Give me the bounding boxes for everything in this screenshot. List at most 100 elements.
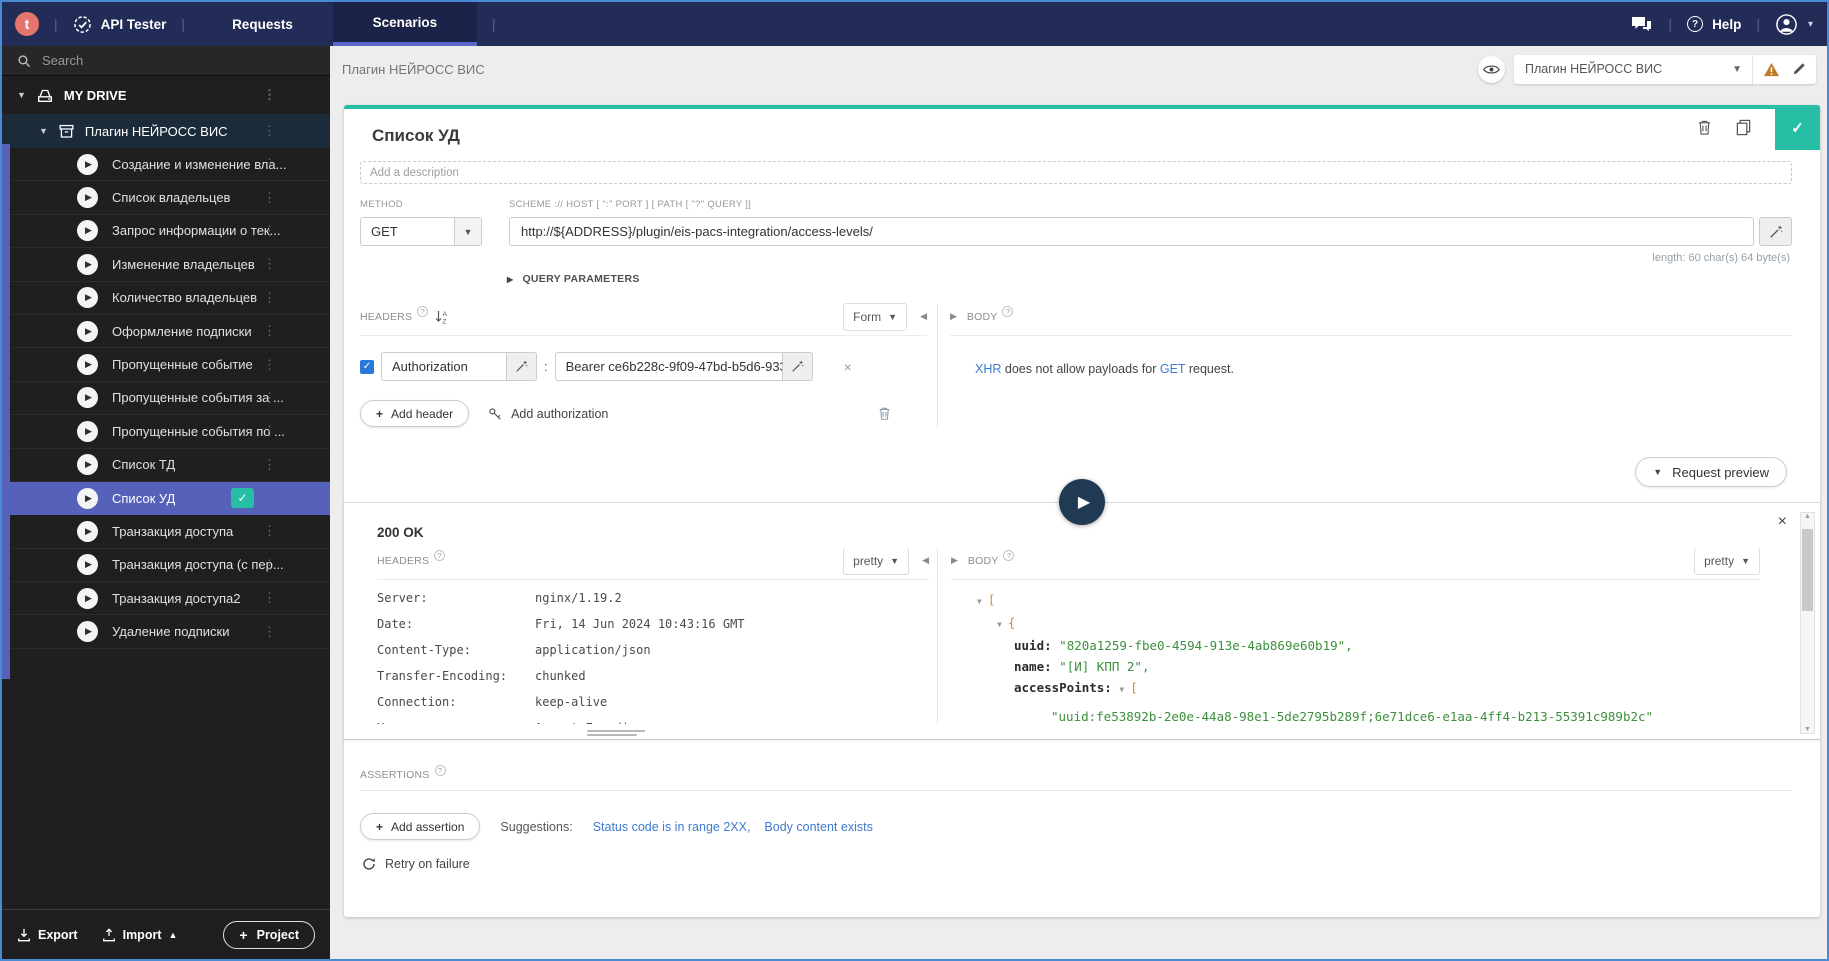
url-input[interactable]: http://${ADDRESS}/plugin/eis-pacs-integr… — [509, 217, 1754, 246]
method-select[interactable]: GET ▼ — [360, 217, 482, 246]
tab-requests[interactable]: Requests — [232, 17, 293, 32]
scenario-item[interactable]: ▶ Транзакция доступа (с пер... ⋮ — [2, 549, 330, 583]
scenario-item[interactable]: ▶ Список УД ✓ ⋮ — [2, 481, 330, 516]
delete-scenario-icon[interactable] — [1697, 119, 1712, 136]
description-input[interactable]: Add a description — [360, 161, 1792, 184]
add-authorization-button[interactable]: Add authorization — [488, 407, 608, 421]
help-button[interactable]: ? Help — [1687, 16, 1741, 32]
header-name-input[interactable]: Authorization — [381, 352, 537, 381]
json-root-array[interactable]: ▼[ — [977, 589, 1760, 612]
header-enabled-checkbox[interactable]: ✓ — [360, 359, 374, 374]
expression-wand-icon[interactable] — [506, 353, 536, 380]
remove-header-icon[interactable]: × — [844, 359, 852, 375]
avatar[interactable]: t — [15, 12, 39, 36]
assertions-help-icon[interactable]: ? — [434, 764, 446, 776]
add-assertion-button[interactable]: + Add assertion — [360, 813, 481, 840]
collapse-node-icon[interactable]: ▼ — [977, 597, 982, 606]
scenario-item[interactable]: ▶ Пропущенные событие ⋮ — [2, 348, 330, 382]
suggestion-link[interactable]: Body content exists — [764, 820, 872, 834]
retry-on-failure-toggle[interactable]: Retry on failure — [360, 857, 1792, 871]
get-link[interactable]: GET — [1160, 362, 1185, 376]
import-button[interactable]: Import ▲ — [102, 928, 177, 942]
account-menu-caret-icon[interactable]: ▾ — [1808, 19, 1813, 30]
save-button[interactable]: ✓ — [1775, 105, 1820, 150]
project-menu-icon[interactable]: ⋮ — [263, 123, 276, 139]
environment-preview-button[interactable] — [1478, 55, 1505, 83]
play-icon[interactable]: ▶ — [77, 520, 98, 542]
account-icon[interactable] — [1775, 13, 1798, 36]
scenario-menu-icon[interactable]: ⋮ — [263, 390, 276, 406]
scenario-menu-icon[interactable]: ⋮ — [263, 190, 276, 206]
scenario-menu-icon[interactable]: ⋮ — [263, 223, 276, 239]
sort-az-icon[interactable]: AZ — [435, 310, 448, 324]
json-field-access-points[interactable]: accessPoints: ▼ [ — [1014, 677, 1760, 700]
sidebar-item-project[interactable]: ▼ Плагин НЕЙРОСС ВИС ⋮ — [2, 114, 330, 148]
play-icon[interactable]: ▶ — [77, 587, 98, 609]
scenario-menu-icon[interactable]: ⋮ — [263, 156, 276, 172]
json-object[interactable]: ▼{ — [997, 612, 1760, 635]
scenario-item[interactable]: ▶ Список владельцев ⋮ — [2, 181, 330, 215]
scenario-menu-icon[interactable]: ⋮ — [263, 290, 276, 306]
scenario-item[interactable]: ▶ Запрос информации о тек... ⋮ — [2, 215, 330, 249]
play-icon[interactable]: ▶ — [77, 320, 98, 342]
scenario-item[interactable]: ▶ Транзакция доступа ⋮ — [2, 515, 330, 549]
headers-view-select[interactable]: Form ▼ — [843, 302, 908, 331]
play-icon[interactable]: ▶ — [77, 253, 98, 275]
delete-headers-icon[interactable] — [878, 406, 891, 421]
environment-edit-icon[interactable] — [1792, 62, 1806, 76]
export-button[interactable]: Export — [17, 928, 78, 942]
scenario-item[interactable]: ▶ Пропущенные события по ... ⋮ — [2, 415, 330, 449]
play-icon[interactable]: ▶ — [77, 454, 98, 476]
scenario-item[interactable]: ▶ Удаление подписки ⋮ — [2, 615, 330, 649]
collapse-caret-icon[interactable]: ▼ — [17, 90, 26, 100]
play-icon[interactable]: ▶ — [77, 153, 98, 175]
xhr-link[interactable]: XHR — [975, 362, 1001, 376]
scenario-menu-icon[interactable]: ⋮ — [263, 357, 276, 373]
play-icon[interactable]: ▶ — [77, 354, 98, 376]
scenario-menu-icon[interactable]: ⋮ — [263, 557, 276, 573]
collapse-caret-icon[interactable]: ▼ — [39, 126, 48, 136]
suggestion-link[interactable]: Status code is in range 2XX, — [593, 820, 751, 834]
scenario-menu-icon[interactable]: ⋮ — [263, 323, 276, 339]
scroll-up-icon[interactable]: ▲ — [1804, 513, 1811, 520]
scenario-menu-icon[interactable]: ⋮ — [263, 490, 276, 506]
play-icon[interactable]: ▶ — [77, 387, 98, 409]
scenario-item[interactable]: ▶ Создание и изменение вла... ⋮ — [2, 148, 330, 182]
duplicate-scenario-icon[interactable] — [1735, 119, 1752, 136]
environment-warning-icon[interactable] — [1763, 62, 1780, 77]
scenario-menu-icon[interactable]: ⋮ — [263, 523, 276, 539]
scroll-down-icon[interactable]: ▼ — [1804, 726, 1811, 733]
header-value-input[interactable]: Bearer ce6b228c-9f09-47bd-b5d6-933abc8 — [554, 352, 813, 381]
response-vertical-scrollbar[interactable]: ▲ ▼ — [1800, 512, 1815, 734]
response-body-help-icon[interactable]: ? — [1003, 550, 1015, 561]
collapse-pane-left-icon[interactable]: ◀ — [922, 555, 929, 566]
feedback-chat-icon[interactable] — [1630, 15, 1653, 34]
play-icon[interactable]: ▶ — [77, 554, 98, 576]
scenario-menu-icon[interactable]: ⋮ — [263, 590, 276, 606]
query-parameters-toggle[interactable]: ▶ QUERY PARAMETERS — [507, 273, 1820, 285]
scenario-menu-icon[interactable]: ⋮ — [263, 457, 276, 473]
request-preview-button[interactable]: ▼ Request preview — [1635, 457, 1787, 487]
environment-selector[interactable]: Плагин НЕЙРОСС ВИС ▼ — [1514, 54, 1816, 84]
url-expression-button[interactable] — [1759, 217, 1792, 246]
new-project-button[interactable]: + Project — [223, 920, 315, 949]
scenario-menu-icon[interactable]: ⋮ — [263, 624, 276, 640]
collapse-pane-left-icon[interactable]: ◀ — [920, 311, 927, 322]
play-icon[interactable]: ▶ — [77, 621, 98, 643]
headers-help-icon[interactable]: ? — [417, 306, 429, 317]
collapse-node-icon[interactable]: ▼ — [997, 620, 1002, 629]
scenario-item[interactable]: ▶ Список ТД ⋮ — [2, 449, 330, 482]
close-response-icon[interactable]: × — [1778, 514, 1787, 530]
play-icon[interactable]: ▶ — [77, 187, 98, 209]
scrollbar-thumb[interactable] — [1802, 529, 1813, 611]
drive-menu-icon[interactable]: ⋮ — [263, 87, 276, 103]
search-input[interactable]: Search — [2, 46, 330, 76]
run-scenario-button[interactable]: ▶ — [1059, 479, 1105, 525]
tab-scenarios[interactable]: Scenarios — [332, 2, 477, 46]
scenario-item[interactable]: ▶ Количество владельцев ⋮ — [2, 282, 330, 315]
scenario-item[interactable]: ▶ Оформление подписки ⋮ — [2, 315, 330, 349]
play-icon[interactable]: ▶ — [77, 287, 98, 309]
expand-pane-right-icon[interactable]: ▶ — [951, 555, 958, 566]
scenario-menu-icon[interactable]: ⋮ — [263, 256, 276, 272]
play-icon[interactable]: ▶ — [77, 487, 98, 509]
